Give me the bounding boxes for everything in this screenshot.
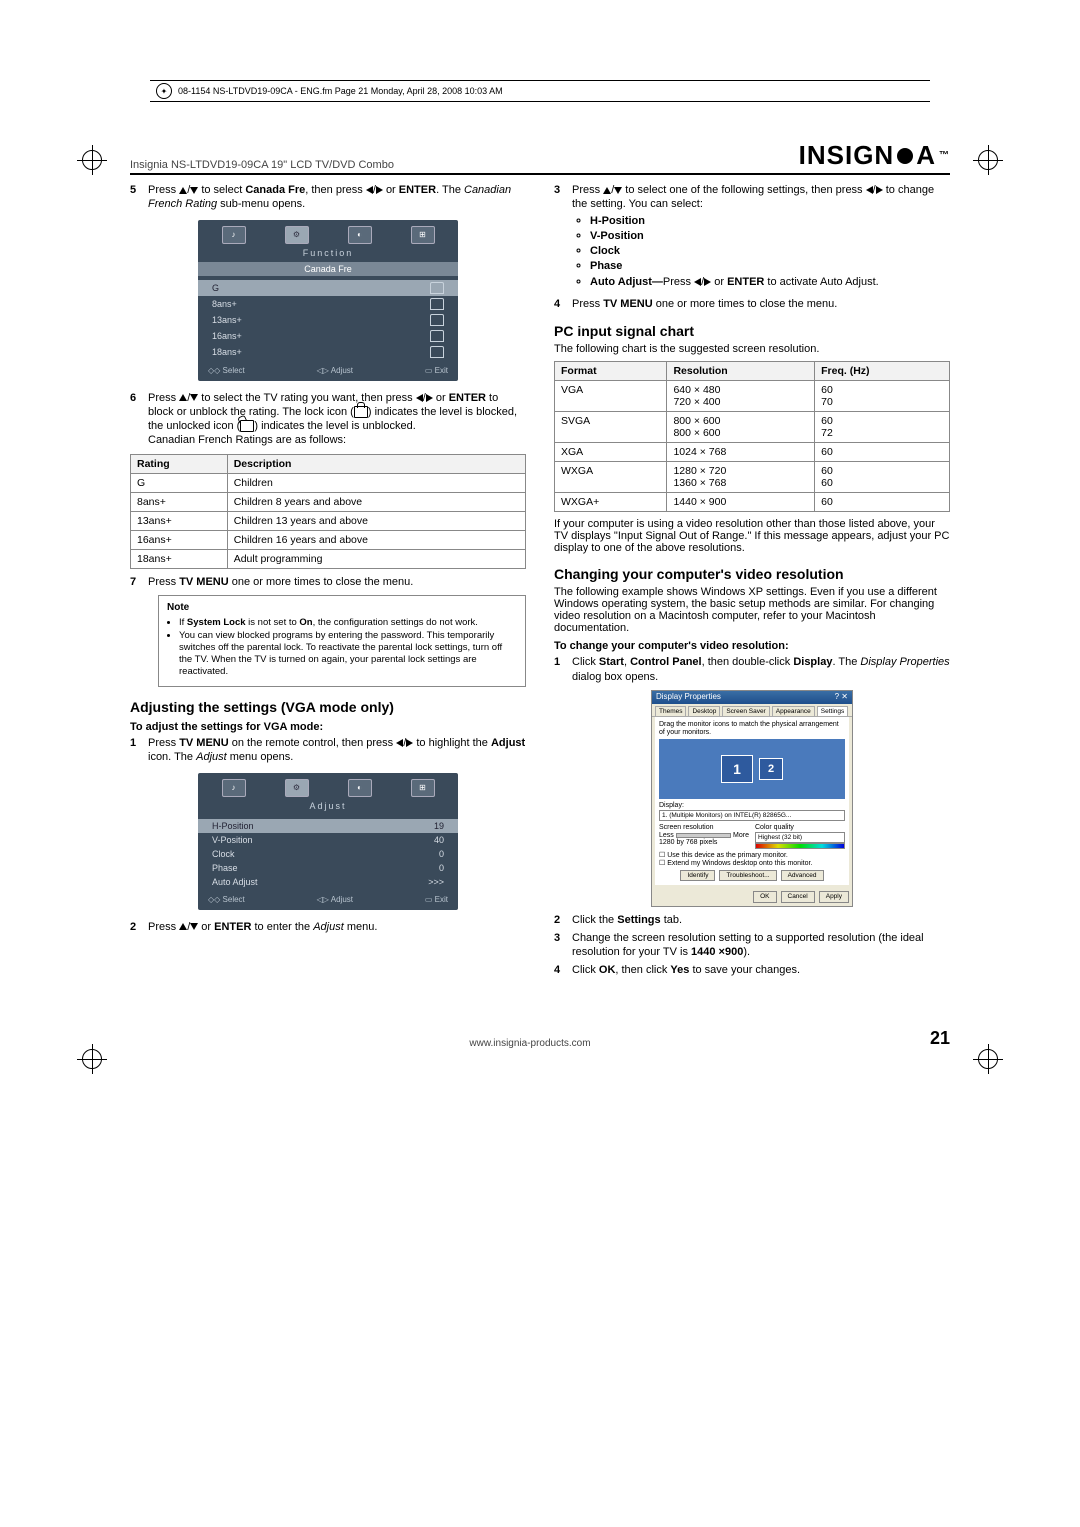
- identify-button: Identify: [680, 870, 715, 881]
- osd-adjust-menu-screenshot: ♪ ⚙ ◐ ⊞ Adjust H-Position19 V-Position40…: [198, 773, 458, 910]
- advanced-button: Advanced: [781, 870, 824, 881]
- subheading-adjust-vga: To adjust the settings for VGA mode:: [130, 721, 526, 733]
- framemaker-icon: ✦: [156, 83, 172, 99]
- adjust-step-2: 2 Press / or ENTER to enter the Adjust m…: [130, 920, 526, 934]
- pc-intro: The following chart is the suggested scr…: [554, 343, 950, 355]
- lock-icon: [430, 314, 444, 326]
- left-arrow-icon: [366, 186, 373, 194]
- lock-icon: [430, 298, 444, 310]
- change-step-4: 4Click OK, then click Yes to save your c…: [554, 963, 950, 977]
- lock-icon: [430, 282, 444, 294]
- note-box: Note If System Lock is not set to On, th…: [158, 595, 526, 687]
- menu-banner: Canada Fre: [198, 262, 458, 276]
- page-header: Insignia NS-LTDVD19-09CA 19" LCD TV/DVD …: [130, 140, 950, 175]
- lock-closed-icon: [354, 406, 368, 418]
- brand-logo: INSIGN A ™: [799, 140, 950, 171]
- tab-appearance: Appearance: [772, 706, 815, 716]
- cancel-button: Cancel: [781, 891, 815, 902]
- menu-tab-icon: ⊞: [411, 226, 435, 244]
- step-7: 7 Press TV MENU one or more times to clo…: [130, 575, 526, 589]
- up-arrow-icon: [179, 394, 187, 401]
- lock-open-icon: [240, 420, 254, 432]
- up-arrow-icon: [179, 187, 187, 194]
- lock-icon: [430, 330, 444, 342]
- framemaker-text: 08-1154 NS-LTDVD19-09CA - ENG.fm Page 21…: [178, 86, 503, 96]
- osd-function-menu-screenshot: ♪ ⚙ ◐ ⊞ Function Canada Fre G 8ans+ 13an…: [198, 220, 458, 381]
- logo-text-pre: INSIGN: [799, 140, 895, 171]
- registration-mark-right-bottom: [978, 1049, 998, 1069]
- left-arrow-icon: [694, 278, 701, 286]
- right-arrow-icon: [376, 186, 383, 194]
- page-footer: www.insignia-products.com 21: [130, 1022, 950, 1049]
- change-intro: The following example shows Windows XP s…: [554, 586, 950, 634]
- heading-adjust-vga: Adjusting the settings (VGA mode only): [130, 699, 526, 715]
- menu-tab-icon: ⚙: [285, 226, 309, 244]
- lock-icon: [430, 346, 444, 358]
- down-arrow-icon: [190, 187, 198, 194]
- left-arrow-icon: [396, 739, 403, 747]
- tab-themes: Themes: [655, 706, 686, 716]
- menu-tab-icon: ♪: [222, 226, 246, 244]
- right-step-3: 3 Press / to select one of the following…: [554, 183, 950, 293]
- footer-url: www.insignia-products.com: [130, 1038, 930, 1049]
- page-number: 21: [930, 1028, 950, 1049]
- step-6: 6 Press / to select the TV rating you wa…: [130, 391, 526, 448]
- subheading-change-res: To change your computer's video resoluti…: [554, 640, 950, 652]
- heading-pc-chart: PC input signal chart: [554, 323, 950, 339]
- pc-signal-table: FormatResolutionFreq. (Hz) VGA640 × 480 …: [554, 361, 950, 512]
- ok-button: OK: [753, 891, 776, 902]
- up-arrow-icon: [603, 187, 611, 194]
- change-step-2: 2Click the Settings tab.: [554, 913, 950, 927]
- logo-dot-icon: [897, 148, 913, 164]
- tab-settings: Settings: [817, 706, 849, 716]
- menu-tab-icon: ◐: [348, 226, 372, 244]
- troubleshoot-button: Troubleshoot...: [719, 870, 776, 881]
- registration-mark-left-bottom: [82, 1049, 102, 1069]
- monitor-2-icon: 2: [759, 758, 783, 780]
- change-step-1: 1 Click Start, Control Panel, then doubl…: [554, 655, 950, 684]
- windows-display-properties-screenshot: Display Properties? ✕ Themes Desktop Scr…: [651, 690, 853, 907]
- menu-tab-icon: ♪: [222, 779, 246, 797]
- left-arrow-icon: [416, 394, 423, 402]
- logo-text-post: A: [916, 140, 936, 171]
- up-arrow-icon: [179, 923, 187, 930]
- logo-tm: ™: [939, 150, 950, 161]
- product-name: Insignia NS-LTDVD19-09CA 19" LCD TV/DVD …: [130, 159, 394, 171]
- menu-title: Function: [198, 246, 458, 262]
- ratings-table: RatingDescription GChildren 8ans+Childre…: [130, 454, 526, 569]
- step-5: 5 Press / to select Canada Fre, then pre…: [130, 183, 526, 212]
- monitor-1-icon: 1: [721, 755, 753, 783]
- right-arrow-icon: [426, 394, 433, 402]
- menu-title: Adjust: [198, 799, 458, 815]
- apply-button: Apply: [819, 891, 849, 902]
- tab-screensaver: Screen Saver: [722, 706, 769, 716]
- left-arrow-icon: [866, 186, 873, 194]
- display-select: 1. (Multiple Monitors) on INTEL(R) 82865…: [659, 810, 845, 821]
- pc-outro: If your computer is using a video resolu…: [554, 518, 950, 554]
- heading-change-res: Changing your computer's video resolutio…: [554, 566, 950, 582]
- tab-desktop: Desktop: [688, 706, 720, 716]
- menu-tab-icon: ⊞: [411, 779, 435, 797]
- registration-mark-left: [82, 150, 102, 170]
- right-arrow-icon: [876, 186, 883, 194]
- adjust-step-1: 1 Press TV MENU on the remote control, t…: [130, 736, 526, 765]
- framemaker-status-bar: ✦ 08-1154 NS-LTDVD19-09CA - ENG.fm Page …: [150, 80, 930, 102]
- menu-tab-icon: ⚙: [285, 779, 309, 797]
- change-step-3: 3Change the screen resolution setting to…: [554, 931, 950, 960]
- registration-mark-right: [978, 150, 998, 170]
- right-step-4: 4 Press TV MENU one or more times to clo…: [554, 297, 950, 311]
- close-icon: ? ✕: [835, 693, 848, 702]
- menu-tab-icon: ◐: [348, 779, 372, 797]
